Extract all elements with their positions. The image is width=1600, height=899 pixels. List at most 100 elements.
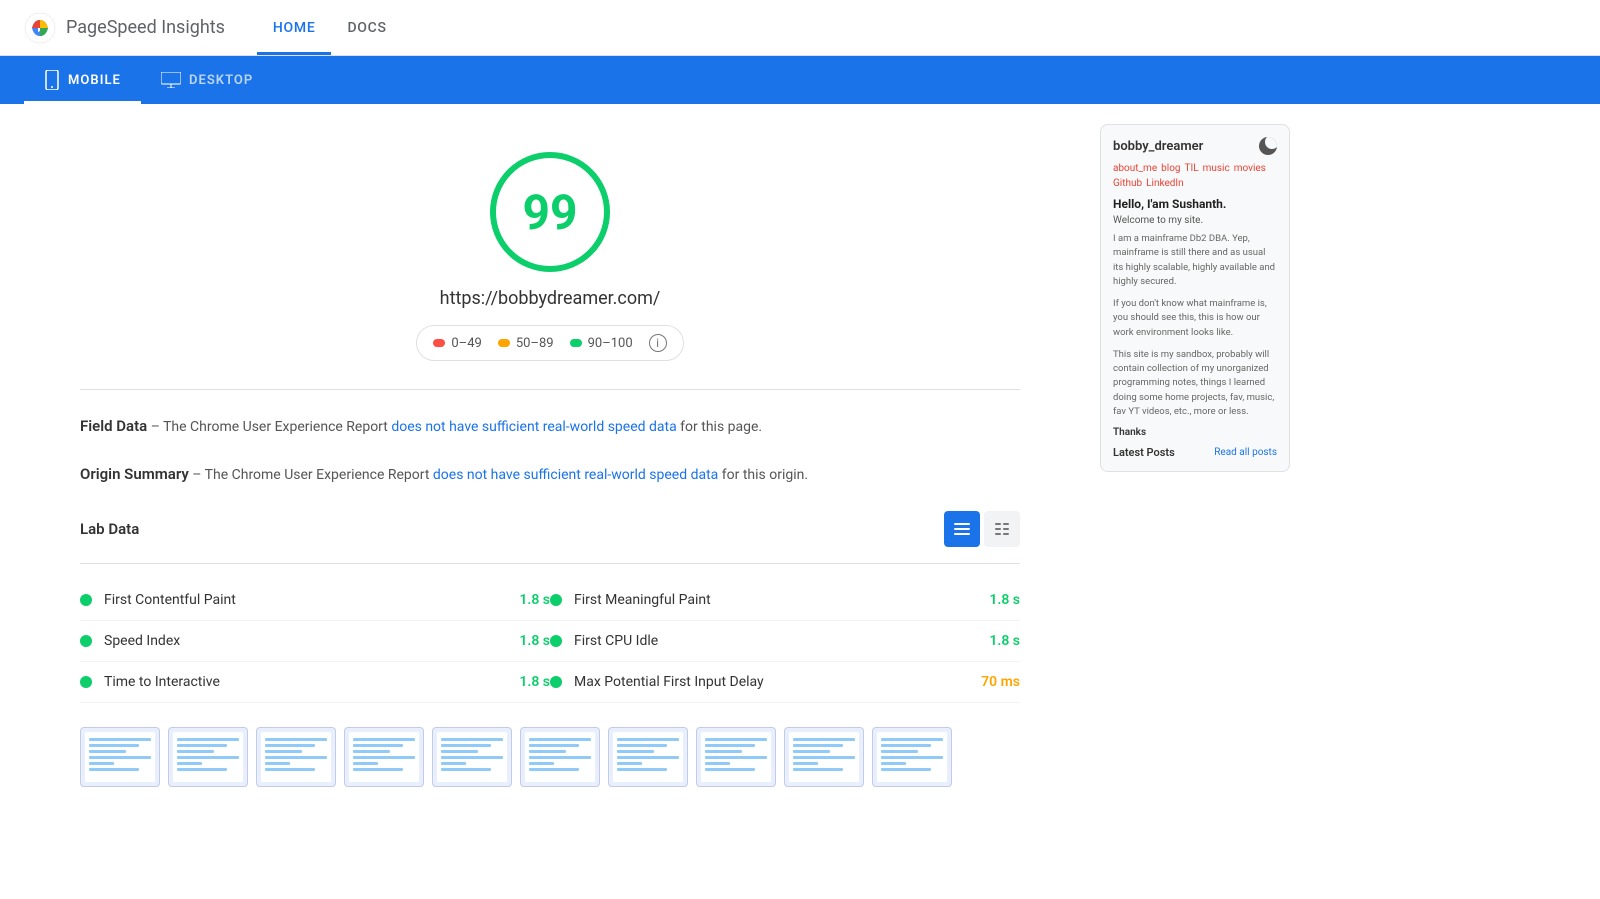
screenshot-thumb-5 [432, 727, 512, 787]
device-tab-mobile[interactable]: MOBILE [24, 56, 141, 104]
site-nav-link-github[interactable]: Github [1113, 178, 1142, 189]
app-title: PageSpeed Insights [66, 17, 225, 38]
score-number: 99 [522, 184, 577, 241]
main-content: 99 https://bobbydreamer.com/ 0–49 50–89 … [0, 104, 1600, 811]
lab-data-header: Lab Data [80, 511, 1020, 547]
metric-value-si: 1.8 s [490, 633, 550, 649]
metric-row-fci: First CPU Idle 1.8 s [550, 621, 1020, 662]
screenshot-thumb-4 [344, 727, 424, 787]
metric-row-mpfid: Max Potential First Input Delay 70 ms [550, 662, 1020, 703]
metric-row-si: Speed Index 1.8 s [80, 621, 550, 662]
field-data-heading: Field Data [80, 417, 147, 435]
origin-summary-text: Origin Summary – The Chrome User Experie… [80, 462, 1020, 486]
metric-dot-tti [80, 676, 92, 688]
metric-name-tti: Time to Interactive [104, 674, 490, 690]
read-all-posts-link[interactable]: Read all posts [1214, 447, 1277, 458]
score-url: https://bobbydreamer.com/ [440, 288, 661, 309]
screenshot-thumb-1 [80, 727, 160, 787]
site-preview-greeting: Hello, I'am Sushanth. [1113, 197, 1277, 211]
view-toggles [944, 511, 1020, 547]
site-preview-latest-posts: Latest Posts [1113, 446, 1175, 459]
metric-name-fcp: First Contentful Paint [104, 592, 490, 608]
device-tab-desktop[interactable]: DESKTOP [141, 56, 273, 104]
legend-dot-orange [498, 339, 510, 347]
desktop-icon [161, 72, 181, 88]
metric-value-tti: 1.8 s [490, 674, 550, 690]
screenshot-thumb-10 [872, 727, 952, 787]
legend-dot-red [433, 339, 445, 347]
origin-summary-section: Origin Summary – The Chrome User Experie… [80, 462, 1020, 486]
metric-row-tti: Time to Interactive 1.8 s [80, 662, 550, 703]
screenshot-thumb-6 [520, 727, 600, 787]
nav-tab-home[interactable]: HOME [257, 0, 332, 55]
metric-row-fcp: First Contentful Paint 1.8 s [80, 580, 550, 621]
site-nav-link-movies[interactable]: movies [1234, 163, 1266, 174]
nav-tabs: HOME DOCS [257, 0, 403, 55]
metric-value-fci: 1.8 s [960, 633, 1020, 649]
metric-dot-fci [550, 635, 562, 647]
lab-data-title: Lab Data [80, 520, 139, 538]
metric-row-fmp: First Meaningful Paint 1.8 s [550, 580, 1020, 621]
legend-item-green: 90–100 [570, 336, 633, 351]
metric-name-fci: First CPU Idle [574, 633, 960, 649]
legend-item-orange: 50–89 [498, 336, 554, 351]
view-toggle-grid[interactable] [984, 511, 1020, 547]
site-preview-name: bobby_dreamer [1113, 139, 1203, 154]
grid-view-icon [995, 523, 1009, 535]
screenshot-thumb-9 [784, 727, 864, 787]
metrics-grid: First Contentful Paint 1.8 s First Meani… [80, 580, 1020, 703]
site-nav-link-blog[interactable]: blog [1161, 163, 1180, 174]
sidebar-preview: bobby_dreamer about_me blog TIL music mo… [1100, 124, 1300, 791]
score-circle: 99 [490, 152, 610, 272]
content-area: 99 https://bobbydreamer.com/ 0–49 50–89 … [0, 104, 1100, 811]
origin-summary-heading: Origin Summary [80, 465, 189, 483]
lab-data-section: Lab Data [80, 511, 1020, 787]
site-preview-body3: This site is my sandbox, probably will c… [1113, 348, 1277, 419]
site-nav-link-til[interactable]: TIL [1185, 163, 1199, 174]
field-data-text: Field Data – The Chrome User Experience … [80, 414, 1020, 438]
metric-name-fmp: First Meaningful Paint [574, 592, 960, 608]
metric-value-fcp: 1.8 s [490, 592, 550, 608]
top-navigation: PageSpeed Insights HOME DOCS [0, 0, 1600, 56]
mobile-icon [44, 70, 60, 90]
device-bar: MOBILE DESKTOP [0, 56, 1600, 104]
legend-item-red: 0–49 [433, 336, 481, 351]
legend-label-orange: 50–89 [516, 336, 554, 351]
site-nav-link-music[interactable]: music [1203, 163, 1230, 174]
legend-dot-green [570, 339, 582, 347]
screenshot-thumb-2 [168, 727, 248, 787]
legend-label-red: 0–49 [451, 336, 481, 351]
site-nav-link-linkedin[interactable]: LinkedIn [1146, 178, 1184, 189]
legend-label-green: 90–100 [588, 336, 633, 351]
score-divider [80, 389, 1020, 390]
screenshot-thumb-3 [256, 727, 336, 787]
view-toggle-list[interactable] [944, 511, 980, 547]
site-nav-links: about_me blog TIL music movies Github Li… [1113, 163, 1277, 189]
moon-icon[interactable] [1259, 137, 1277, 155]
screenshot-thumb-8 [696, 727, 776, 787]
site-preview-header: bobby_dreamer [1113, 137, 1277, 155]
metric-value-fmp: 1.8 s [960, 592, 1020, 608]
metric-dot-si [80, 635, 92, 647]
site-nav-link-about[interactable]: about_me [1113, 163, 1157, 174]
list-view-icon [954, 523, 970, 535]
pagespeed-logo [24, 12, 56, 44]
site-preview-card: bobby_dreamer about_me blog TIL music mo… [1100, 124, 1290, 472]
score-legend: 0–49 50–89 90–100 i [416, 325, 683, 361]
metric-dot-mpfid [550, 676, 562, 688]
origin-summary-link[interactable]: does not have sufficient real-world spee… [433, 467, 718, 483]
metric-value-mpfid: 70 ms [960, 674, 1020, 690]
nav-tab-docs[interactable]: DOCS [331, 0, 402, 55]
site-preview-body2: If you don't know what mainframe is, you… [1113, 297, 1277, 340]
metric-name-mpfid: Max Potential First Input Delay [574, 674, 960, 690]
moon-inner [1265, 137, 1277, 149]
field-data-link[interactable]: does not have sufficient real-world spee… [391, 419, 676, 435]
metric-dot-fcp [80, 594, 92, 606]
logo-area: PageSpeed Insights [24, 12, 225, 44]
field-data-section: Field Data – The Chrome User Experience … [80, 414, 1020, 438]
metrics-divider [80, 563, 1020, 564]
screenshot-thumb-7 [608, 727, 688, 787]
site-preview-footer: Latest Posts Read all posts [1113, 446, 1277, 459]
info-icon[interactable]: i [649, 334, 667, 352]
score-section: 99 https://bobbydreamer.com/ 0–49 50–89 … [80, 128, 1020, 381]
